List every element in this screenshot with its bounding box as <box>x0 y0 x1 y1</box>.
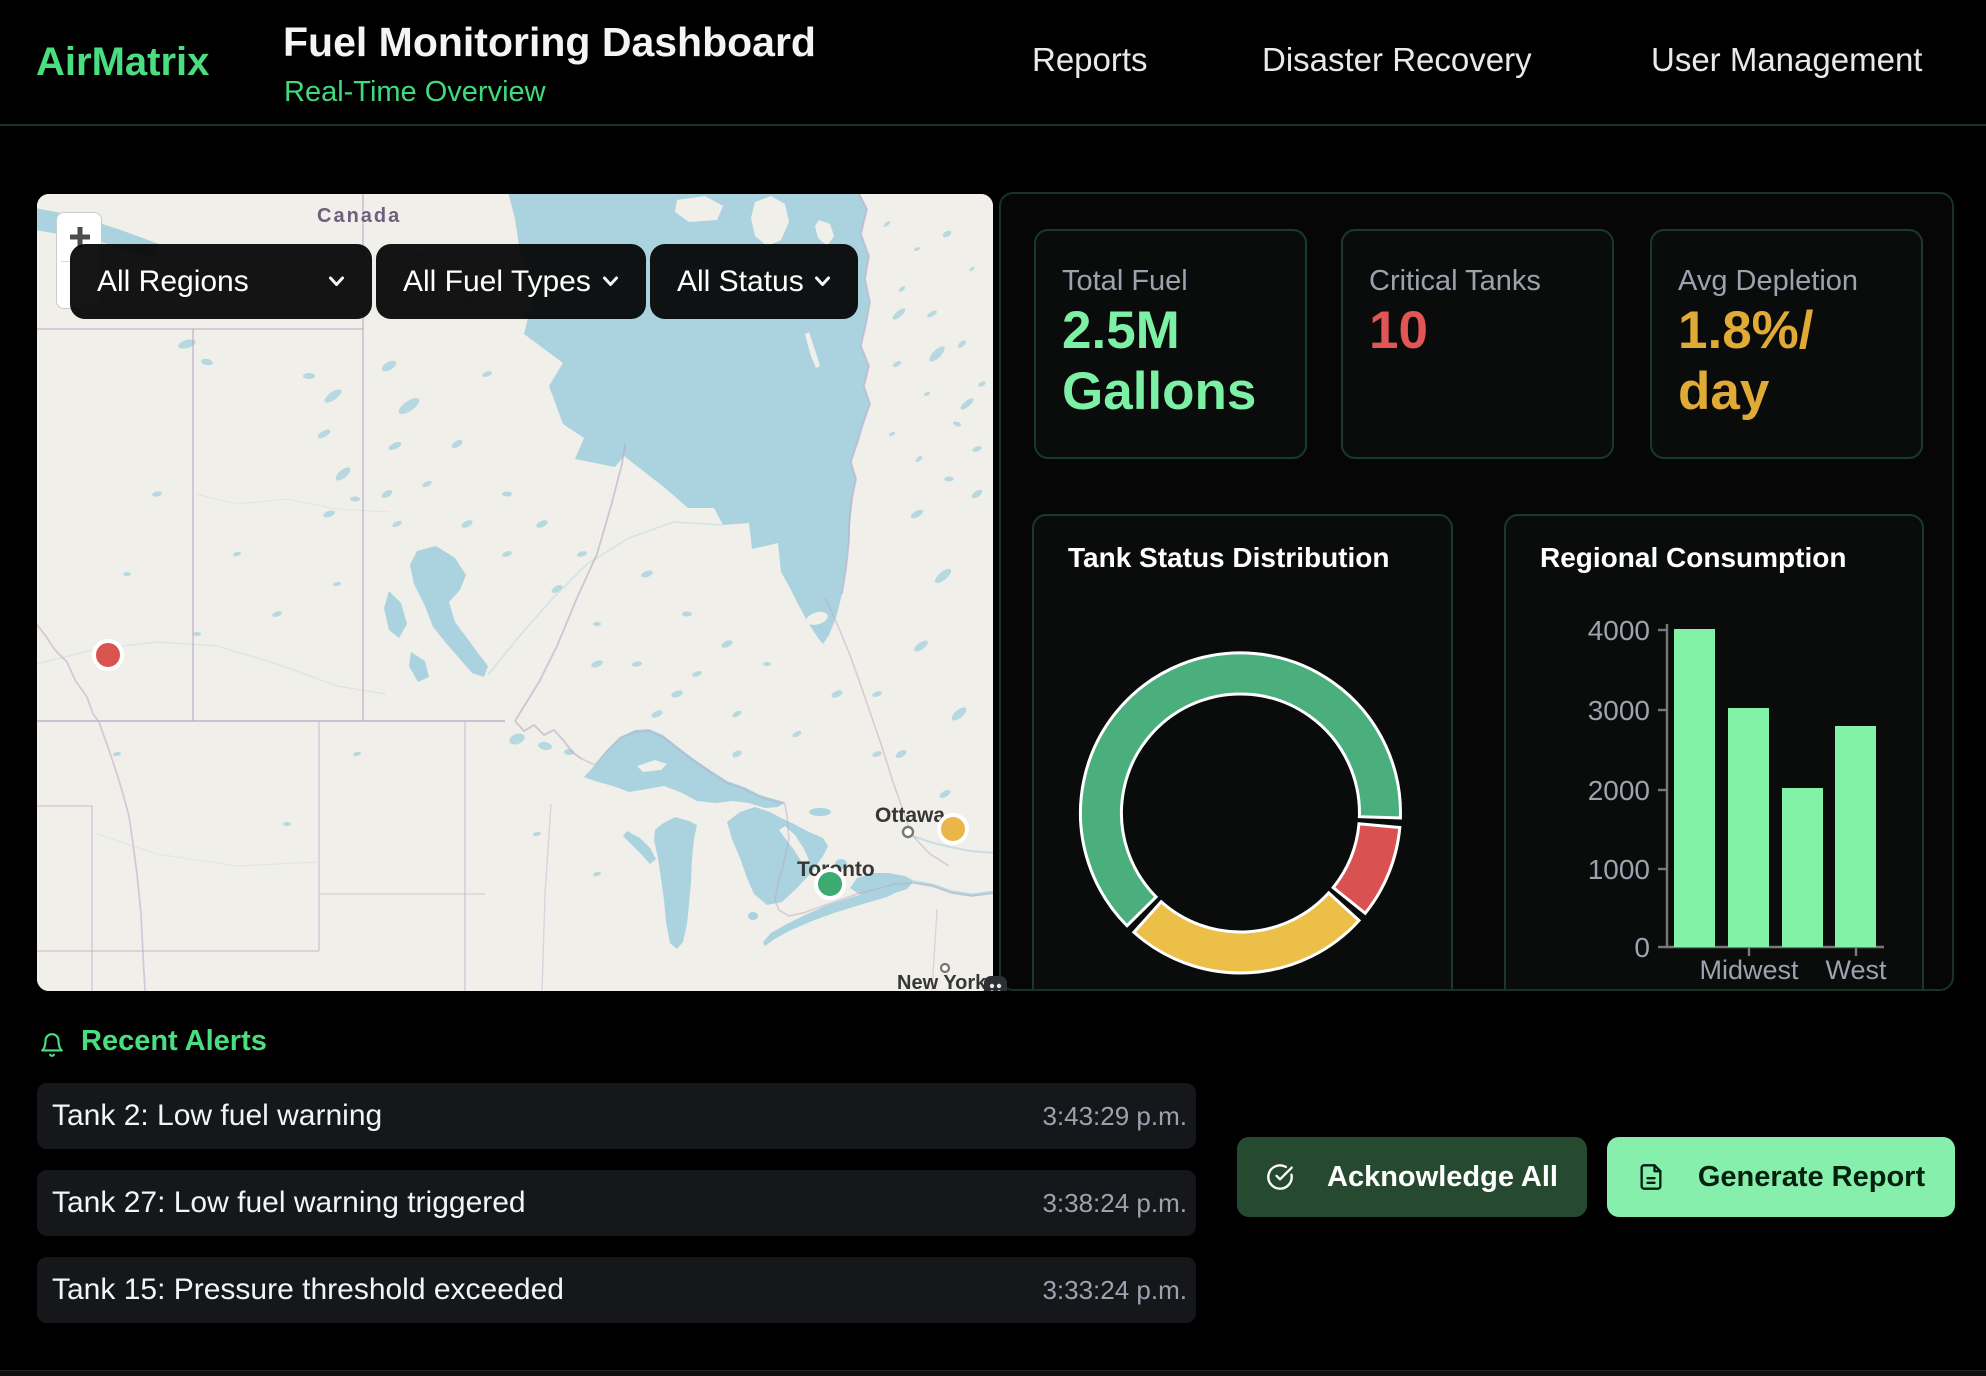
svg-text:New York: New York <box>897 972 987 991</box>
svg-text:3000: 3000 <box>1588 695 1650 726</box>
svg-text:1000: 1000 <box>1588 854 1650 885</box>
svg-text:Midwest: Midwest <box>1699 955 1799 985</box>
svg-text:West: West <box>1825 955 1887 985</box>
svg-text:Canada: Canada <box>317 205 401 227</box>
svg-text:Ottawa: Ottawa <box>875 804 945 827</box>
svg-text:2000: 2000 <box>1588 775 1650 806</box>
svg-text:4000: 4000 <box>1588 615 1650 646</box>
svg-text:0: 0 <box>1634 932 1650 963</box>
